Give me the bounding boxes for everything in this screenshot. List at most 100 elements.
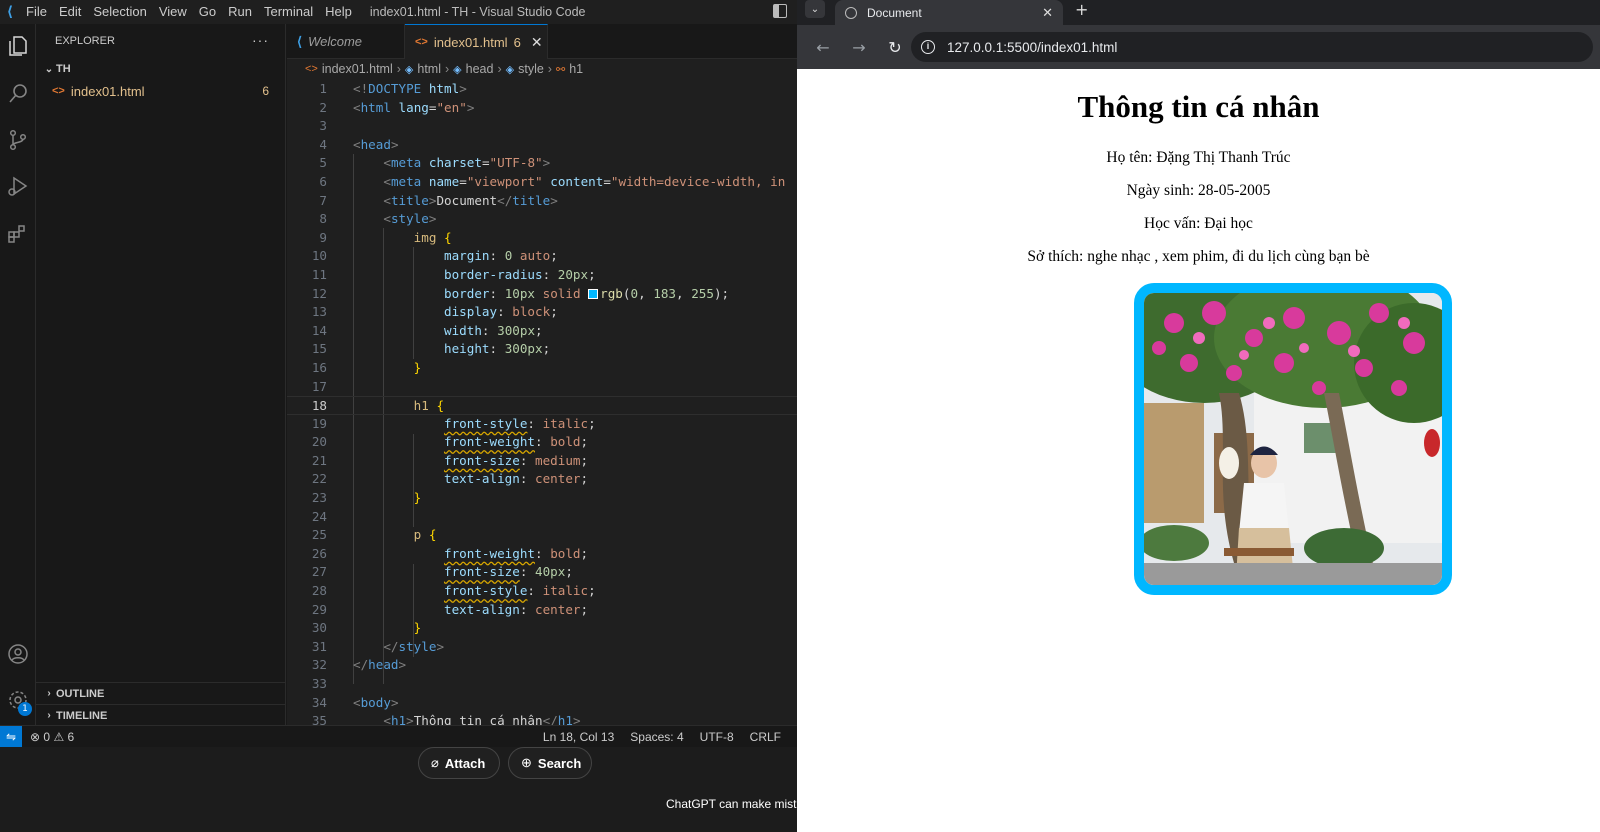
code-line: 12 border: 10px solid rgb(0, 183, 255); xyxy=(311,285,730,301)
breadcrumb-file[interactable]: index01.html xyxy=(322,62,393,76)
manage-gear-icon[interactable]: 1 xyxy=(0,680,36,720)
color-swatch[interactable] xyxy=(588,288,599,299)
code-line: 11 border-radius: 20px; xyxy=(311,266,596,282)
run-debug-icon[interactable] xyxy=(0,166,36,206)
folder-th[interactable]: ⌄ TH xyxy=(36,58,285,80)
code-line: 32 </head> xyxy=(311,657,407,673)
encoding[interactable]: UTF-8 xyxy=(700,730,734,744)
code-line-current: 18 h1 { xyxy=(287,396,797,415)
source-control-icon[interactable] xyxy=(0,120,36,160)
vscode-window: ⟨ File Edit Selection View Go Run Termin… xyxy=(0,0,797,832)
breadcrumb-html[interactable]: html xyxy=(417,62,441,76)
line-ending[interactable]: CRLF xyxy=(750,730,781,744)
tab-search-icon[interactable]: ⌄ xyxy=(805,0,825,18)
cursor-position[interactable]: Ln 18, Col 13 xyxy=(543,730,614,744)
photo-illustration xyxy=(1144,293,1442,585)
code-line: 4 <head> xyxy=(319,136,399,152)
error-count: 0 xyxy=(43,729,51,744)
close-icon[interactable]: ✕ xyxy=(531,34,543,51)
code-line: 14 width: 300px; xyxy=(311,322,543,338)
search-icon[interactable] xyxy=(0,74,36,114)
status-right: Ln 18, Col 13 Spaces: 4 UTF-8 CRLF xyxy=(543,730,797,744)
menu-selection[interactable]: Selection xyxy=(87,0,152,24)
tab-index01[interactable]: <> index01.html 6 ✕ xyxy=(405,24,548,59)
outline-section[interactable]: › OUTLINE xyxy=(36,682,285,704)
menu-file[interactable]: File xyxy=(20,0,53,24)
code-line: 17 xyxy=(311,378,327,394)
file-index01[interactable]: <> index01.html 6 xyxy=(36,80,285,102)
close-icon[interactable]: ✕ xyxy=(1042,5,1053,21)
breadcrumb-separator: › xyxy=(547,62,552,76)
code-editor[interactable]: 1 <!DOCTYPE html> 2 <html lang="en"> 3 4 <h… xyxy=(287,80,797,725)
element-icon: ◈ xyxy=(453,63,462,76)
code-line: 13 display: block; xyxy=(311,304,558,320)
breadcrumb-h1[interactable]: h1 xyxy=(569,62,583,76)
breadcrumb-style[interactable]: style xyxy=(518,62,544,76)
element-icon: ◈ xyxy=(505,63,515,76)
code-line: 15 height: 300px; xyxy=(311,341,551,357)
timeline-section[interactable]: › TIMELINE xyxy=(36,704,285,726)
vscode-icon: ⟨ xyxy=(297,33,303,49)
browser-toolbar: ← → ↻ i 127.0.0.1:5500/index01.html xyxy=(797,25,1600,69)
menu-go[interactable]: Go xyxy=(193,0,222,24)
globe-icon xyxy=(845,6,857,19)
more-actions-icon[interactable]: ··· xyxy=(252,32,269,48)
attach-button[interactable]: ⌀ Attach xyxy=(418,747,500,779)
breadcrumb-separator: › xyxy=(445,62,450,76)
chat-overlay: ⌀ Attach ⊕ Search ChatGPT can make mista xyxy=(0,747,797,832)
browser-tab[interactable]: Document ✕ xyxy=(835,0,1063,25)
search-button[interactable]: ⊕ Search xyxy=(508,747,592,779)
explorer-sidebar: EXPLORER ··· ⌄ TH <> index01.html 6 › OU… xyxy=(36,24,286,725)
reload-icon[interactable]: ↻ xyxy=(885,38,905,57)
menu-terminal[interactable]: Terminal xyxy=(258,0,319,24)
code-line: 22 text-align: center; xyxy=(311,471,589,487)
code-line: 7 <title>Document</title> xyxy=(319,192,558,208)
code-line: 5 <meta charset="UTF-8"> xyxy=(319,155,551,171)
problems-indicator[interactable]: ⊗ 0 ⚠ 6 xyxy=(30,730,74,744)
code-line: 30 } xyxy=(311,620,422,636)
code-line: 1 <!DOCTYPE html> xyxy=(319,81,467,96)
code-line: 28 front-style: italic; xyxy=(311,583,596,599)
tab-index01-label: index01.html xyxy=(433,34,508,50)
html-file-icon: <> xyxy=(305,63,318,75)
file-problem-count: 6 xyxy=(262,84,269,98)
menu-edit[interactable]: Edit xyxy=(53,0,87,24)
remote-icon[interactable]: ⇋ xyxy=(0,725,22,748)
address-bar[interactable]: i 127.0.0.1:5500/index01.html xyxy=(911,32,1593,62)
indentation[interactable]: Spaces: 4 xyxy=(630,730,683,744)
code-line: 10 margin: 0 auto; xyxy=(311,248,558,264)
code-line: 2 <html lang="en"> xyxy=(319,99,475,115)
extensions-icon[interactable] xyxy=(0,214,36,254)
forward-icon[interactable]: → xyxy=(849,38,869,57)
menu-help[interactable]: Help xyxy=(319,0,358,24)
site-info-icon[interactable]: i xyxy=(921,40,935,54)
toggle-sidebar-icon[interactable] xyxy=(773,4,787,18)
breadcrumb-head[interactable]: head xyxy=(466,62,494,76)
breadcrumb-separator: › xyxy=(396,62,401,76)
code-line: 34 <body> xyxy=(311,694,399,710)
name-paragraph: Họ tên: Đặng Thị Thanh Trúc xyxy=(1106,149,1291,166)
tab-welcome[interactable]: ⟨ Welcome xyxy=(287,24,405,59)
error-icon: ⊗ xyxy=(30,729,41,744)
code-line: 33 xyxy=(311,676,327,691)
menu-view[interactable]: View xyxy=(153,0,193,24)
search-label: Search xyxy=(537,755,582,771)
activity-bar: 1 xyxy=(0,24,36,725)
code-line: 35 <h1>Thông tin cá nhân</h1> xyxy=(311,713,581,725)
url-text[interactable]: 127.0.0.1:5500/index01.html xyxy=(947,40,1117,55)
vscode-logo-icon[interactable]: ⟨ xyxy=(0,0,20,24)
chat-disclaimer: ChatGPT can make mista xyxy=(666,797,797,811)
explorer-header: EXPLORER ··· xyxy=(36,24,285,58)
explorer-icon[interactable] xyxy=(0,26,36,66)
menu-run[interactable]: Run xyxy=(222,0,258,24)
new-tab-icon[interactable]: + xyxy=(1075,0,1088,19)
code-line: 26 front-weight: bold; xyxy=(311,545,589,561)
profile-photo xyxy=(1134,283,1452,595)
dob-paragraph: Ngày sinh: 28-05-2005 xyxy=(1126,182,1271,199)
code-line: 19 front-style: italic; xyxy=(311,415,596,431)
html-file-icon: <> xyxy=(52,85,65,97)
html-file-icon: <> xyxy=(415,36,428,48)
browser-tab-title: Document xyxy=(867,5,922,20)
account-icon[interactable] xyxy=(0,634,36,674)
back-icon[interactable]: ← xyxy=(813,38,833,57)
